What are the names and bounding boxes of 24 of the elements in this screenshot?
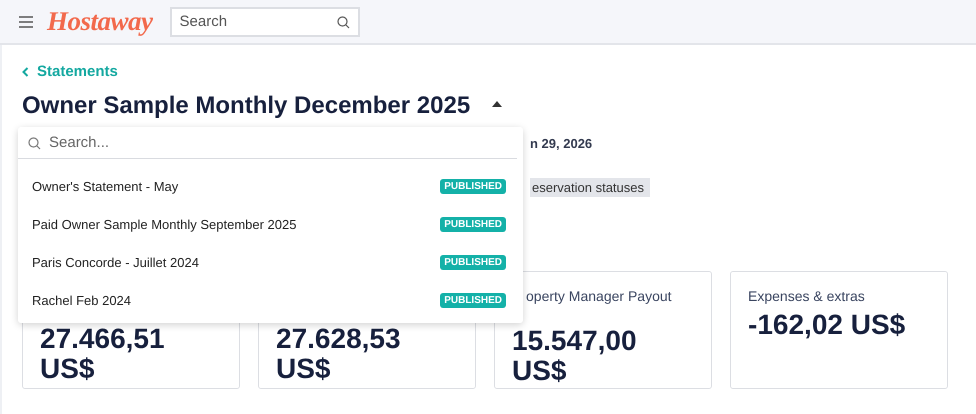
card-value: 27.466,51 US$ <box>40 324 166 384</box>
status-badge: PUBLISHED <box>440 254 506 270</box>
status-badge: PUBLISHED <box>440 292 506 308</box>
statement-option[interactable]: Rachel Feb 2024 <box>32 292 132 308</box>
statement-title: Owner Sample Monthly December 2025 <box>22 92 470 120</box>
search-icon <box>28 137 41 150</box>
statement-option[interactable]: Paid Owner Sample Monthly September 2025 <box>32 216 296 232</box>
chevron-left-icon <box>22 66 29 76</box>
dropdown-search-field[interactable]: Search... <box>18 127 517 159</box>
menu-icon[interactable] <box>19 16 33 28</box>
card-value: -162,02 US$ <box>748 310 906 340</box>
card-value: 27.628,53 US$ <box>276 324 402 384</box>
card-value: 15.547,00 US$ <box>512 326 638 386</box>
search-icon <box>336 16 350 28</box>
search-field[interactable]: Search <box>170 6 360 36</box>
statement-option[interactable]: Owner's Statement - May <box>32 178 178 194</box>
status-badge: PUBLISHED <box>440 178 506 194</box>
statement-option[interactable]: Paris Concorde - Juillet 2024 <box>32 254 199 270</box>
caret-icon[interactable] <box>492 100 502 106</box>
card-label: Expenses & extras <box>748 288 866 306</box>
status-badge: PUBLISHED <box>440 216 506 232</box>
filter-tag: eservation statuses <box>530 178 650 196</box>
date-text: n 29, 2026 <box>530 134 594 150</box>
card-label: operty Manager Payout <box>525 288 673 306</box>
